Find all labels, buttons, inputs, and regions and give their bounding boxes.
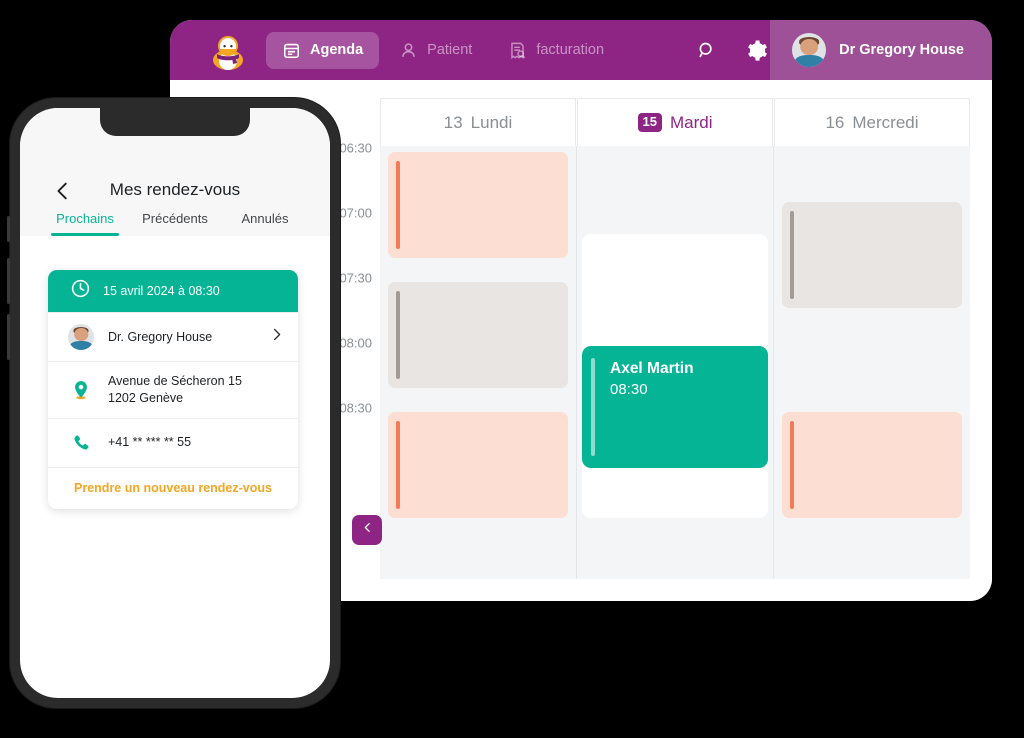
appointment-card: 15 avril 2024 à 08:30 Dr. Gregory House bbox=[48, 270, 298, 509]
time-label: 06:30 bbox=[339, 140, 372, 156]
day-header-mercredi[interactable]: 16 Mercredi bbox=[774, 98, 970, 146]
calendar-event-slot[interactable] bbox=[782, 412, 962, 518]
phone-volume-down-button[interactable] bbox=[7, 314, 10, 360]
event-time: 08:30 bbox=[610, 381, 648, 398]
doctor-name: Dr. Gregory House bbox=[108, 329, 213, 344]
appointment-address-row[interactable]: Avenue de Sécheron 15 1202 Genève bbox=[48, 361, 298, 418]
day-name-mercredi: Mercredi bbox=[852, 112, 919, 132]
calendar-event-slot[interactable] bbox=[388, 152, 568, 258]
address-line-1: Avenue de Sécheron 15 bbox=[108, 374, 242, 388]
appointment-phone-row[interactable]: +41 ** *** ** 55 bbox=[48, 417, 298, 467]
chevron-left-icon bbox=[361, 521, 374, 539]
screenshot-canvas: Agenda Patient facturation Dr Gregory Ho… bbox=[0, 0, 1024, 738]
chevron-right-icon bbox=[269, 327, 284, 347]
time-label: 07:00 bbox=[339, 205, 372, 221]
search-icon[interactable] bbox=[694, 38, 718, 62]
event-patient-name: Axel Martin bbox=[610, 360, 694, 377]
gear-icon[interactable] bbox=[744, 38, 768, 62]
day-header-mardi[interactable]: 15 Mardi bbox=[577, 98, 773, 146]
day-name-lundi: Lundi bbox=[470, 112, 513, 132]
map-pin-icon bbox=[68, 377, 94, 403]
phone-volume-up-button[interactable] bbox=[7, 258, 10, 304]
address-line-2: 1202 Genève bbox=[108, 390, 184, 405]
calendar-grid: 13 Lundi 15 Mardi Axel Martin 08:30 16 M… bbox=[380, 98, 970, 579]
user-avatar-photo bbox=[792, 33, 827, 67]
nav-item-facturation[interactable]: facturation bbox=[492, 32, 620, 69]
event-accent-bar bbox=[591, 358, 595, 456]
phone-screen: Mes rendez-vous Prochains Précédents Ann… bbox=[20, 108, 330, 698]
day-column-mercredi[interactable]: 16 Mercredi bbox=[774, 98, 970, 579]
user-name-label: Dr Gregory House bbox=[839, 42, 964, 58]
new-appointment-link[interactable]: Prendre un nouveau rendez-vous bbox=[48, 466, 298, 509]
day-column-mardi[interactable]: 15 Mardi Axel Martin 08:30 bbox=[577, 98, 774, 579]
day-number-badge-mardi: 15 bbox=[637, 113, 662, 132]
doctor-avatar-photo bbox=[68, 324, 94, 350]
time-label: 07:30 bbox=[339, 270, 372, 286]
appointment-address: Avenue de Sécheron 15 1202 Genève bbox=[108, 373, 242, 407]
penguin-mascot-logo[interactable] bbox=[208, 30, 248, 70]
appointment-doctor-row[interactable]: Dr. Gregory House bbox=[48, 312, 298, 361]
day-column-lundi[interactable]: 13 Lundi bbox=[380, 98, 577, 579]
phone-notch bbox=[100, 108, 250, 136]
day-header-lundi[interactable]: 13 Lundi bbox=[380, 98, 576, 146]
appointment-datetime-header: 15 avril 2024 à 08:30 bbox=[48, 270, 298, 312]
invoice-icon bbox=[508, 41, 527, 60]
app-topbar: Agenda Patient facturation Dr Gregory Ho… bbox=[170, 20, 992, 80]
appointment-tabs: Prochains Précédents Annulés bbox=[20, 211, 330, 236]
appointment-datetime: 15 avril 2024 à 08:30 bbox=[103, 284, 220, 298]
nav-label-agenda: Agenda bbox=[310, 42, 364, 58]
time-label: 08:30 bbox=[339, 400, 372, 416]
appointment-phone-number: +41 ** *** ** 55 bbox=[108, 435, 192, 450]
nav-label-facturation: facturation bbox=[536, 42, 605, 58]
phone-mockup: Mes rendez-vous Prochains Précédents Ann… bbox=[7, 98, 340, 708]
nav-item-patient[interactable]: Patient bbox=[383, 32, 488, 69]
time-label: 08:00 bbox=[339, 335, 372, 351]
previous-week-button[interactable] bbox=[352, 515, 382, 545]
phone-mute-button[interactable] bbox=[7, 216, 10, 242]
tab-prochains[interactable]: Prochains bbox=[40, 211, 130, 236]
user-icon bbox=[399, 41, 418, 60]
day-name-mardi: Mardi bbox=[669, 112, 713, 132]
user-profile-chip[interactable]: Dr Gregory House bbox=[770, 20, 992, 80]
tab-precedents[interactable]: Précédents bbox=[130, 211, 220, 236]
calendar-event-slot[interactable] bbox=[782, 202, 962, 308]
phone-icon bbox=[68, 430, 94, 456]
calendar-event-slot[interactable] bbox=[388, 412, 568, 518]
calendar-appointment-axel-martin[interactable]: Axel Martin 08:30 bbox=[582, 346, 768, 468]
day-number-lundi: 13 bbox=[443, 112, 463, 132]
clock-icon bbox=[70, 278, 91, 304]
nav-item-agenda[interactable]: Agenda bbox=[266, 31, 380, 69]
calendar-event-slot[interactable] bbox=[388, 282, 568, 388]
page-title: Mes rendez-vous bbox=[109, 180, 241, 199]
tab-annules[interactable]: Annulés bbox=[220, 211, 310, 236]
nav-label-patient: Patient bbox=[427, 42, 473, 58]
primary-navigation: Agenda Patient facturation bbox=[266, 31, 620, 69]
day-number-mercredi: 16 bbox=[825, 112, 845, 132]
calendar-icon bbox=[282, 41, 301, 60]
